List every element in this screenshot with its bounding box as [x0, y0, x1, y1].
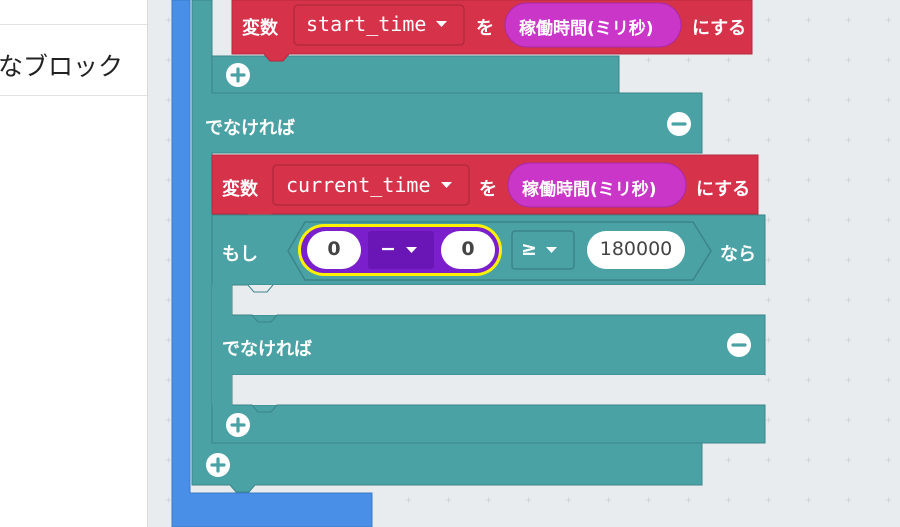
- add-else-if-button[interactable]: [226, 63, 250, 87]
- block-workspace[interactable]: 変数 start_time を 稼働時間(ミリ秒) にする でなければ 変数 c…: [148, 0, 900, 527]
- remove-inner-else-button[interactable]: [727, 333, 751, 357]
- set-var-keyword: 変数: [222, 179, 258, 200]
- left-operand[interactable]: 0: [307, 238, 361, 260]
- right-operand[interactable]: 0: [441, 238, 495, 260]
- divider: [0, 24, 147, 25]
- set-suffix: にする: [692, 18, 747, 39]
- inner-else-label: でなければ: [222, 339, 312, 360]
- toolbox-sidebar: なブロック: [0, 0, 148, 527]
- compare-value[interactable]: 180000: [587, 238, 685, 260]
- blocks-canvas: [148, 0, 900, 527]
- if-keyword: もし: [222, 244, 258, 265]
- var-name-start[interactable]: start_time: [306, 12, 426, 36]
- add-outer-else-if-button[interactable]: [206, 453, 230, 477]
- operator[interactable]: −: [380, 238, 396, 260]
- compare-operator[interactable]: ≥: [521, 238, 537, 260]
- inner-if-slot-1: [232, 285, 765, 315]
- to-keyword: を: [476, 18, 494, 39]
- to-keyword: を: [479, 179, 497, 200]
- uptime-label-current[interactable]: 稼働時間(ミリ秒): [522, 175, 657, 200]
- uptime-label-start[interactable]: 稼働時間(ミリ秒): [519, 14, 654, 39]
- toolbox-category-label[interactable]: なブロック: [0, 47, 123, 83]
- inner-if-slot-2: [232, 375, 765, 405]
- operator-dropdown-bg: [368, 231, 434, 269]
- set-var-keyword: 変数: [242, 18, 278, 39]
- var-name-current[interactable]: current_time: [286, 173, 431, 197]
- outer-else-label: でなければ: [205, 118, 295, 139]
- add-inner-else-if-button[interactable]: [226, 413, 250, 437]
- remove-else-button[interactable]: [667, 112, 691, 136]
- divider: [0, 95, 147, 96]
- outer-if-notch: [211, 55, 620, 94]
- set-suffix: にする: [696, 179, 751, 200]
- then-keyword: なら: [720, 244, 756, 265]
